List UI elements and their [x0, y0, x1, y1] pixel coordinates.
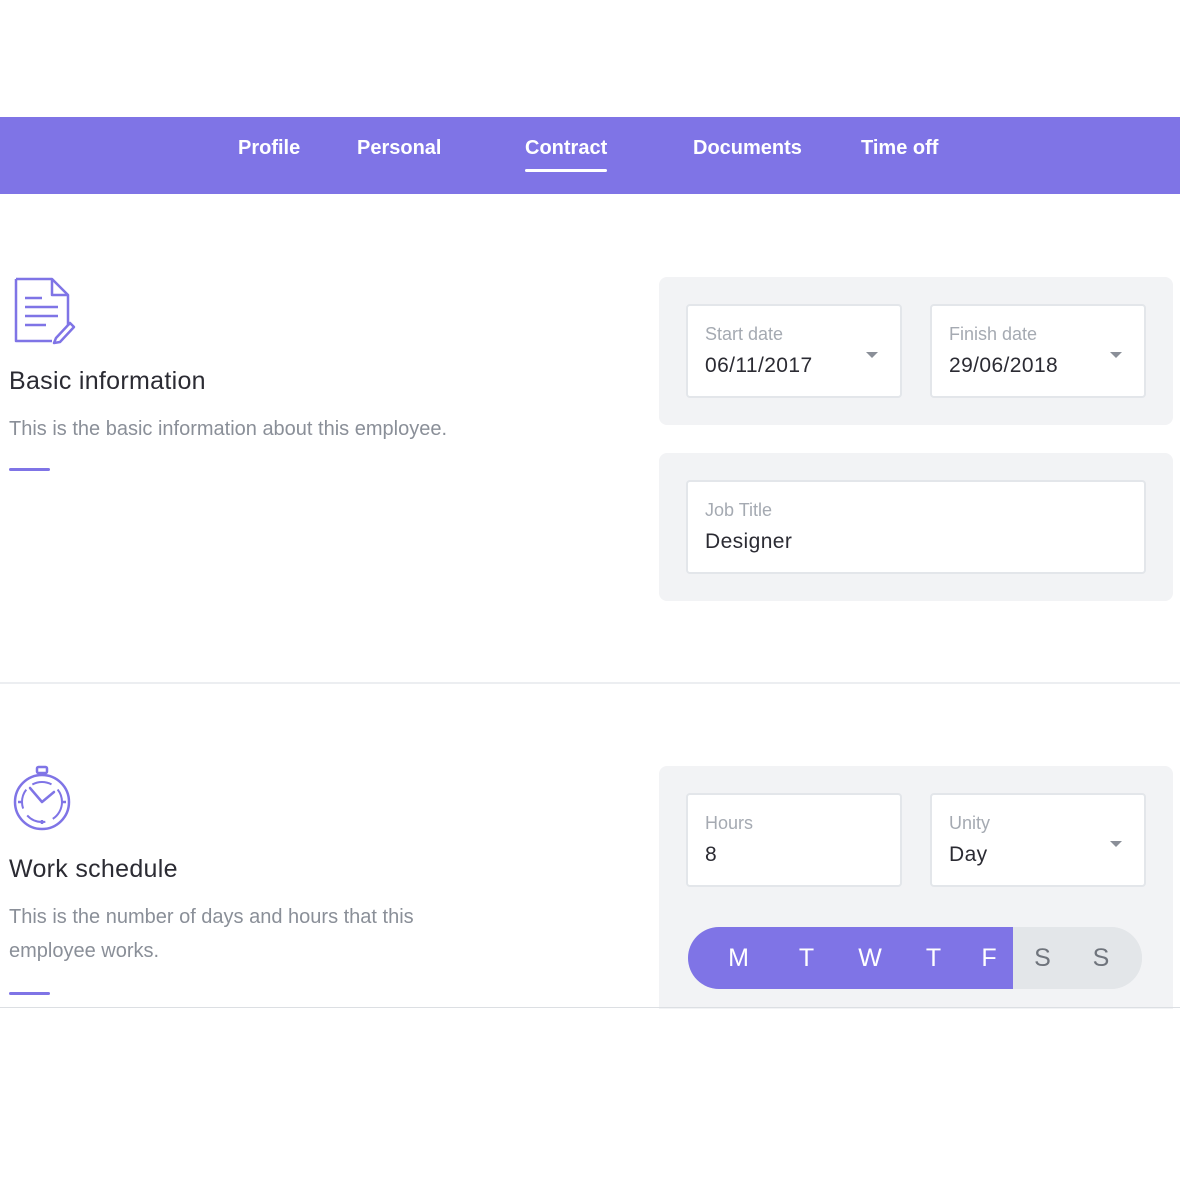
day-toggle-thursday[interactable]: T — [902, 927, 965, 989]
tab-time-off[interactable]: Time off — [861, 137, 938, 160]
chevron-down-icon — [1110, 352, 1122, 358]
start-date-label: Start date — [705, 324, 784, 344]
unity-select[interactable]: Unity Day — [930, 793, 1146, 887]
bottom-divider — [0, 1007, 1180, 1008]
job-title-panel: Job Title Designer — [659, 453, 1173, 601]
tab-personal[interactable]: Personal — [357, 137, 441, 160]
hours-field[interactable]: Hours 8 — [686, 793, 902, 887]
start-date-select[interactable]: Start date 06/11/2017 — [686, 304, 902, 398]
unity-label: Unity — [949, 813, 991, 833]
basic-info-title: Basic information — [9, 367, 206, 395]
stopwatch-icon — [13, 765, 71, 831]
tab-contract[interactable]: Contract — [525, 137, 608, 172]
job-title-field[interactable]: Job Title Designer — [686, 480, 1146, 574]
day-toggle-tuesday[interactable]: T — [775, 927, 838, 989]
work-schedule-description: This is the number of days and hours tha… — [9, 906, 414, 962]
hours-value: 8 — [705, 843, 718, 866]
document-edit-icon — [14, 277, 76, 345]
hours-label: Hours — [705, 813, 754, 833]
work-schedule-title: Work schedule — [9, 855, 178, 883]
section-divider — [0, 682, 1180, 684]
day-toggle-wednesday[interactable]: W — [838, 927, 902, 989]
finish-date-label: Finish date — [949, 324, 1038, 344]
tab-profile[interactable]: Profile — [238, 137, 300, 160]
dates-panel: Start date 06/11/2017 Finish date 29/06/… — [659, 277, 1173, 425]
job-title-label: Job Title — [705, 500, 773, 520]
basic-info-accent-line — [9, 468, 50, 471]
day-toggle-monday[interactable]: M — [688, 927, 775, 989]
work-schedule-accent-line — [9, 992, 50, 995]
job-title-value: Designer — [705, 530, 793, 553]
day-toggle-saturday[interactable]: S — [1013, 927, 1072, 989]
finish-date-select[interactable]: Finish date 29/06/2018 — [930, 304, 1146, 398]
chevron-down-icon — [1110, 841, 1122, 847]
tab-documents[interactable]: Documents — [693, 137, 802, 160]
day-toggle-sunday[interactable]: S — [1072, 927, 1142, 989]
basic-info-description: This is the basic information about this… — [9, 418, 447, 440]
weekday-selector: M T W T F S S — [688, 927, 1142, 989]
top-nav: Profile Personal Contract Documents Time… — [0, 117, 1180, 194]
start-date-value: 06/11/2017 — [705, 354, 813, 377]
unity-value: Day — [949, 843, 988, 866]
day-toggle-friday[interactable]: F — [965, 927, 1013, 989]
finish-date-value: 29/06/2018 — [949, 354, 1059, 377]
chevron-down-icon — [866, 352, 878, 358]
